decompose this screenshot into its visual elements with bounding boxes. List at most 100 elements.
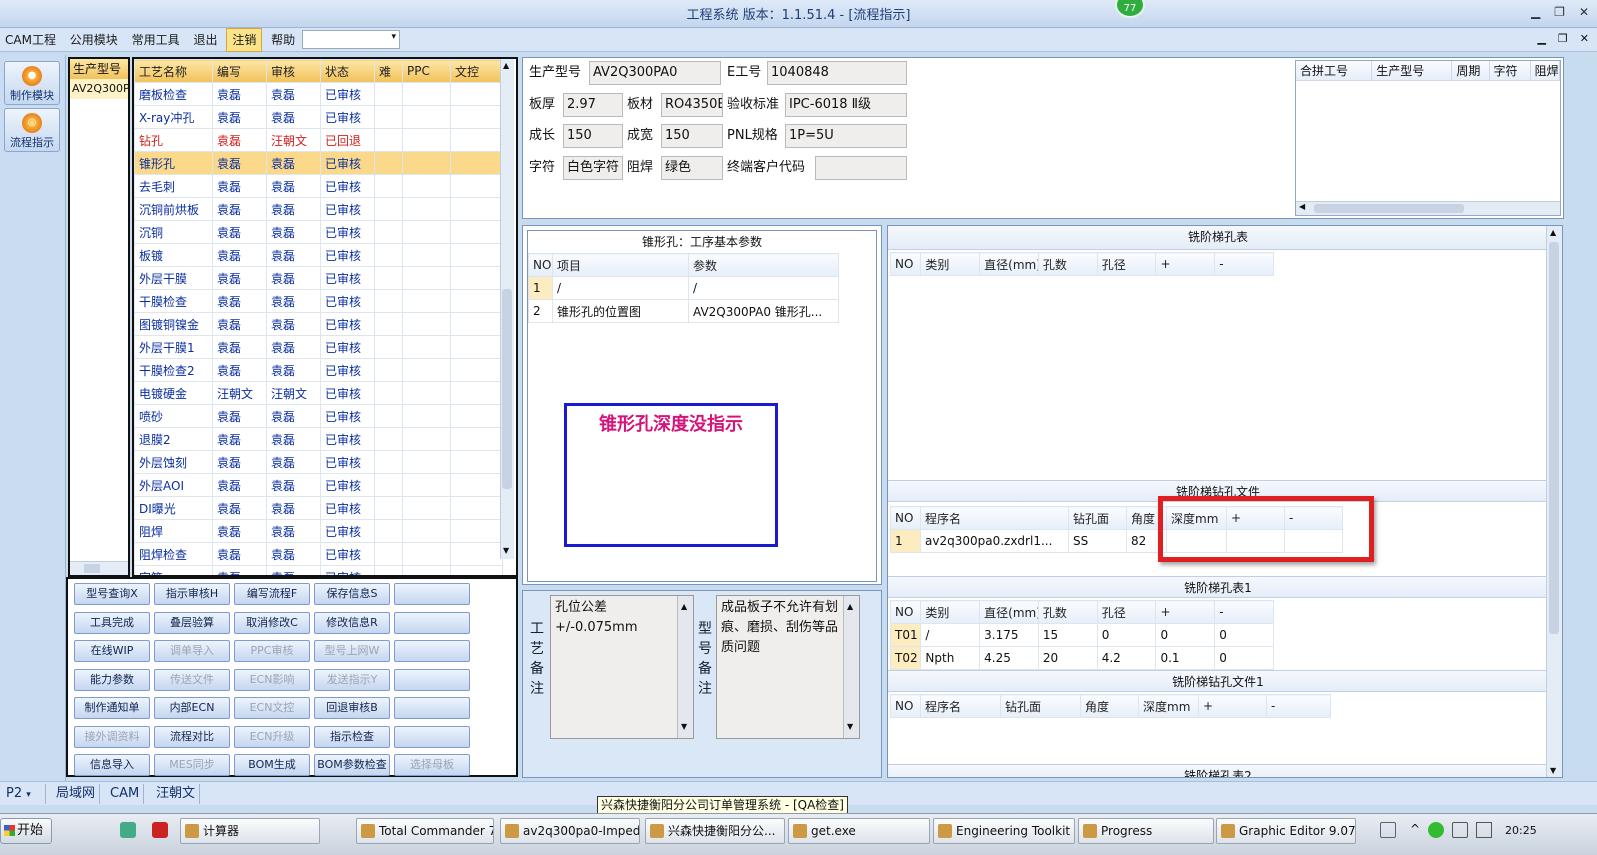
function-button[interactable]: 修改信息R (314, 611, 390, 634)
table-row[interactable]: 磨板检查 袁磊 袁磊 已审核 (134, 82, 503, 106)
width-field[interactable]: 150 (661, 124, 723, 148)
function-button[interactable] (394, 611, 470, 634)
grid-col-header[interactable]: + (1198, 694, 1267, 718)
process-col-header[interactable]: 编写 (212, 59, 267, 83)
function-button[interactable]: ECN文控 (234, 697, 310, 719)
scroll-down-icon[interactable]: ▼ (503, 546, 509, 555)
grid-col-header[interactable]: NO (889, 252, 922, 276)
grid-col-header[interactable]: - (1266, 694, 1331, 718)
function-button[interactable]: 保存信息S (314, 583, 390, 605)
grid-col-header[interactable]: NO (889, 600, 922, 624)
table-row[interactable]: 外层干膜 袁磊 袁磊 已审核 (134, 266, 503, 290)
process-col-header[interactable]: 审核 (266, 59, 321, 83)
function-button[interactable]: 调单导入 (154, 640, 230, 662)
mdi-restore-icon[interactable]: ❐ (1558, 32, 1568, 45)
tab-lan[interactable]: 局域网 (52, 784, 101, 804)
network-icon[interactable] (1452, 822, 1468, 838)
grid-col-header[interactable]: - (1214, 600, 1274, 624)
function-button[interactable]: 型号上网W (314, 640, 390, 662)
process-guide-button[interactable]: ◎ 流程指示 (4, 108, 60, 152)
legend-field[interactable]: 白色字符 (563, 156, 623, 180)
function-button[interactable]: 选择母板 (394, 754, 470, 776)
function-button[interactable]: 制作通知单 (74, 697, 150, 719)
process-remark-field[interactable]: 孔位公差+/-0.075mm ▲ ▼ (550, 595, 694, 739)
volume-icon[interactable] (1476, 822, 1492, 838)
taskbar-item[interactable]: Progress (1078, 818, 1214, 844)
page-selector[interactable]: P2 ▾ (2, 784, 46, 804)
function-button[interactable] (394, 640, 470, 662)
table-row[interactable]: 锥形孔 袁磊 袁磊 已审核 (134, 151, 503, 175)
table-row[interactable]: 喷砂 袁磊 袁磊 已审核 (134, 404, 503, 428)
merge-col-header[interactable]: 合拼工号 (1296, 61, 1373, 80)
table-row[interactable]: 沉铜前烘板 袁磊 袁磊 已审核 (134, 197, 503, 221)
function-button[interactable]: BOM生成 (234, 754, 310, 776)
grid-col-header[interactable]: + (1155, 252, 1216, 276)
mask-field[interactable]: 绿色 (661, 156, 723, 180)
params-col-header[interactable]: 项目 (552, 253, 689, 277)
table-row[interactable]: 阻焊 袁磊 袁磊 已审核 (134, 519, 503, 543)
grid-col-header[interactable]: 钻孔面 (1000, 694, 1081, 718)
taskbar-item[interactable]: 计算器 (180, 818, 320, 844)
process-col-header[interactable]: 状态 (320, 59, 375, 83)
table-row[interactable]: 字符袁磊袁磊已审核 (134, 565, 503, 575)
table-row[interactable]: T02 Npth 4.25 20 4.2 0.1 0 (889, 646, 1274, 670)
function-button[interactable]: 接外调资料 (74, 725, 150, 748)
table-row[interactable]: 图镀铜镍金 袁磊 袁磊 已审核 (134, 312, 503, 336)
function-button[interactable]: 取消修改C (234, 611, 310, 634)
grid-col-header[interactable]: 孔径 (1096, 600, 1157, 624)
menu-common-modules[interactable]: 公用模块 (65, 29, 123, 51)
merge-col-header[interactable]: 周期 (1452, 61, 1490, 80)
tray-app-icon[interactable] (1428, 822, 1444, 838)
tab-user[interactable]: 汪朝文 (152, 784, 201, 804)
table-row[interactable]: T01/3.175 15 0 0 0 (889, 623, 1274, 647)
table-row[interactable]: 阻焊检查 袁磊 袁磊 已审核 (134, 542, 503, 566)
standard-field[interactable]: IPC-6018 Ⅱ级 (785, 93, 907, 117)
table-row[interactable]: 沉铜 袁磊 袁磊 已审核 (134, 220, 503, 244)
grid-col-header[interactable]: 角度 (1080, 694, 1139, 718)
restore-icon[interactable]: ❐ (1554, 5, 1565, 19)
table-row[interactable]: 退膜2 袁磊 袁磊 已审核 (134, 427, 503, 451)
function-button[interactable]: 传送文件 (154, 668, 230, 691)
table-row[interactable]: 外层干膜1 袁磊 袁磊 已审核 (134, 335, 503, 359)
length-field[interactable]: 150 (563, 124, 623, 148)
table-row[interactable]: 干膜检查 袁磊 袁磊 已审核 (134, 289, 503, 313)
grid-col-header[interactable]: 钻孔面 (1068, 506, 1127, 530)
toolbar-combo[interactable]: ▾ (302, 30, 400, 49)
grid-col-header[interactable]: 类别 (920, 600, 981, 624)
table-row[interactable]: 去毛刺 袁磊 袁磊 已审核 (134, 174, 503, 198)
function-button[interactable]: 发送指示Y (314, 668, 390, 691)
function-button[interactable]: 信息导入 (74, 754, 150, 776)
mdi-close-icon[interactable]: ✕ (1580, 32, 1589, 45)
grid-col-header[interactable]: 孔数 (1037, 252, 1098, 276)
table-row[interactable]: 1// (528, 276, 839, 300)
function-button[interactable]: 回退审核B (314, 697, 390, 719)
start-button[interactable]: 开始 (0, 818, 52, 844)
horizontal-scrollbar[interactable]: ◀ (1296, 201, 1560, 215)
product-model-item[interactable]: AV2Q300PA0 (70, 79, 128, 99)
eno-field[interactable]: 1040848 (767, 61, 907, 85)
table-row[interactable]: 2 锥形孔的位置图 AV2Q300PA0 锥形孔... (528, 299, 839, 323)
params-col-header[interactable]: 参数 (688, 253, 839, 277)
horizontal-scrollbar[interactable] (70, 561, 128, 575)
merge-col-header[interactable]: 字符 (1490, 61, 1531, 80)
clock[interactable]: 20:25 (1505, 824, 1537, 837)
grid-col-header[interactable]: NO (890, 506, 921, 530)
thickness-field[interactable]: 2.97 (563, 93, 623, 117)
function-button[interactable]: ECN影响 (234, 668, 310, 691)
process-col-header[interactable]: 工艺名称 (134, 59, 213, 83)
grid-col-header[interactable]: 类别 (920, 252, 981, 276)
table-row[interactable]: DI曝光 袁磊 袁磊 已审核 (134, 496, 503, 520)
menu-cam[interactable]: CAM工程 (0, 29, 61, 51)
quicklaunch-icon[interactable] (120, 822, 136, 838)
function-button[interactable]: 指示审核H (154, 583, 230, 605)
pnl-field[interactable]: 1P=5U (785, 124, 907, 148)
process-col-header[interactable]: PPC (402, 59, 451, 83)
grid-col-header[interactable]: 直径(mm) (979, 252, 1039, 276)
taskbar-item[interactable]: Total Commander 7.0... (356, 818, 494, 844)
desktop-icon[interactable] (1380, 822, 1396, 838)
process-col-header[interactable]: 难 (374, 59, 403, 83)
menu-tools[interactable]: 常用工具 (127, 29, 185, 51)
menu-logout[interactable]: 注销 (226, 28, 263, 52)
vertical-scrollbar[interactable]: ▲ ▼ (500, 59, 514, 559)
pdf-icon[interactable] (152, 822, 168, 838)
